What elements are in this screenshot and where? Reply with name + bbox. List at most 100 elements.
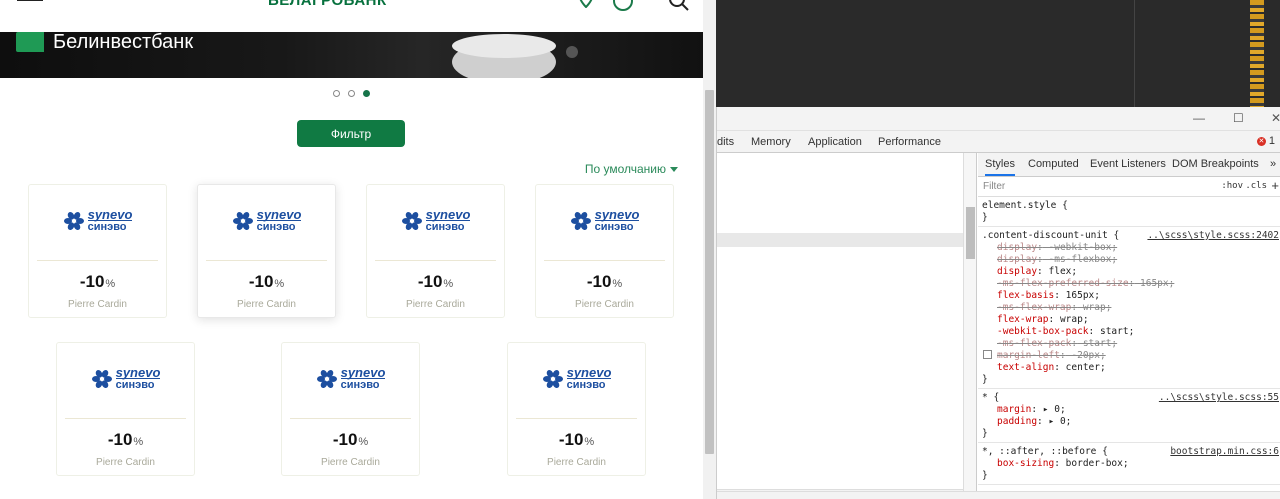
css-property[interactable]: margin [997,404,1031,415]
discount-unit: % [584,436,595,448]
promo-banner[interactable]: Белинвестбанк [0,32,703,78]
css-declaration[interactable]: display: -webkit-box; [982,242,1277,254]
card-divider [544,260,665,261]
account-icon[interactable] [612,0,634,12]
tab-memory[interactable]: Memory [751,136,791,148]
css-property[interactable]: -webkit-box-pack [997,326,1089,337]
discount-card[interactable]: synevo синэво -10% Pierre Cardin [535,184,674,318]
logo-line-2: синэво [425,220,471,233]
synevo-flower-icon [232,212,253,230]
css-declaration[interactable]: margin: ▸ 0; [982,404,1277,416]
discount-card[interactable]: synevo синэво -10% Pierre Cardin [197,184,336,318]
css-property[interactable]: margin-left [997,350,1060,361]
css-property[interactable]: box-sizing [997,458,1054,469]
close-icon[interactable]: ✕ [1271,111,1280,125]
filter-button[interactable]: Фильтр [297,120,405,147]
discount-card[interactable]: synevo синэво -10% Pierre Cardin [281,342,420,476]
css-value[interactable]: -20px; [1066,350,1105,361]
partner-logo-text: synevo синэво [256,208,302,233]
rule-declarations: box-sizing: border-box; [982,458,1277,470]
css-declaration[interactable]: flex-basis: 165px; [982,290,1277,302]
class-toggle[interactable]: .cls [1245,181,1267,191]
css-rule-element-style[interactable]: element.style { } [978,197,1280,227]
css-declaration[interactable]: -ms-flex-pack: start; [982,338,1277,350]
hover-state-toggle[interactable]: :hov [1221,181,1243,191]
discount-card[interactable]: synevo синэво -10% Pierre Cardin [366,184,505,318]
css-declaration[interactable]: text-align: center; [982,362,1277,374]
css-declaration[interactable]: -ms-flex-wrap: wrap; [982,302,1277,314]
css-value[interactable]: 165px; [1134,278,1174,289]
css-value[interactable]: ▸ 0; [1037,404,1066,415]
css-value[interactable]: start; [1094,326,1134,337]
scrollbar-thumb[interactable] [705,90,714,454]
css-property[interactable]: -ms-flex-preferred-size [997,278,1129,289]
css-declaration[interactable]: padding: ▸ 0; [982,416,1277,428]
new-rule-icon[interactable]: + [1271,178,1279,193]
css-declaration[interactable]: margin-left: -20px; [982,350,1277,362]
carousel-dot[interactable] [348,90,355,97]
carousel-dot[interactable] [333,90,340,97]
discount-card[interactable]: synevo синэво -10% Pierre Cardin [507,342,646,476]
rule-source-link[interactable]: ..\scss\style.scss:55 [1159,392,1279,404]
dom-scrollbar[interactable] [963,153,976,499]
declaration-checkbox[interactable] [983,350,992,359]
css-value[interactable]: wrap; [1077,302,1112,313]
css-property[interactable]: display [997,254,1037,265]
tab-event-listeners[interactable]: Event Listeners [1090,158,1166,170]
search-icon[interactable] [668,0,690,12]
logo-line-2: синэво [594,220,640,233]
background-window [716,0,1280,107]
discount-card[interactable]: synevo синэво -10% Pierre Cardin [28,184,167,318]
menu-icon[interactable] [17,0,43,6]
css-rule-box-sizing[interactable]: bootstrap.min.css:6 *, ::after, ::before… [978,443,1280,485]
discount-card[interactable]: synevo синэво -10% Pierre Cardin [56,342,195,476]
rule-selector: element.style { [982,200,1068,211]
css-property[interactable]: flex-basis [997,290,1054,301]
tab-dom-breakpoints[interactable]: DOM Breakpoints [1172,158,1259,170]
css-value[interactable]: border-box; [1060,458,1129,469]
tab-application[interactable]: Application [808,136,862,148]
carousel-dot-active[interactable] [363,90,370,97]
css-property[interactable]: text-align [997,362,1054,373]
css-rule-content-discount-unit[interactable]: ..\scss\style.scss:2402 .content-discoun… [978,227,1280,389]
maximize-icon[interactable]: ☐ [1233,111,1244,125]
css-value[interactable]: 165px; [1060,290,1100,301]
tab-styles[interactable]: Styles [985,158,1015,176]
css-declaration[interactable]: -webkit-box-pack: start; [982,326,1277,338]
css-property[interactable]: flex-wrap [997,314,1048,325]
css-value[interactable]: flex; [1043,266,1078,277]
css-declaration[interactable]: display: flex; [982,266,1277,278]
error-counter[interactable]: ✕ 1 [1256,135,1275,147]
css-declaration[interactable]: box-sizing: border-box; [982,458,1277,470]
selected-dom-node[interactable] [717,233,963,247]
css-property[interactable]: padding [997,416,1037,427]
styles-filter-input[interactable]: Filter [983,181,1005,192]
css-property[interactable]: display [997,266,1037,277]
more-tabs-icon[interactable]: » [1270,158,1276,170]
css-value[interactable]: center; [1060,362,1106,373]
rule-source-link[interactable]: bootstrap.min.css:6 [1170,446,1279,458]
css-value[interactable]: start; [1077,338,1117,349]
tab-sources[interactable]: dits [717,136,734,148]
css-value[interactable]: ▸ 0; [1043,416,1072,427]
page-scrollbar[interactable] [703,0,716,499]
minimize-icon[interactable]: — [1193,111,1205,125]
css-value[interactable]: wrap; [1054,314,1089,325]
css-property[interactable]: -ms-flex-wrap [997,302,1071,313]
rule-source-link[interactable]: ..\scss\style.scss:2402 [1147,230,1279,242]
scrollbar-thumb[interactable] [966,207,975,259]
css-property[interactable]: display [997,242,1037,253]
css-declaration[interactable]: flex-wrap: wrap; [982,314,1277,326]
tab-performance[interactable]: Performance [878,136,941,148]
site-logo[interactable]: БЕЛАГРОБАНК [268,0,387,9]
css-declaration[interactable]: display: -ms-flexbox; [982,254,1277,266]
elements-dom-tree[interactable] [717,153,977,499]
css-rule-universal[interactable]: ..\scss\style.scss:55 * { margin: ▸ 0; pa… [978,389,1280,443]
location-pin-icon[interactable] [578,0,594,8]
css-value[interactable]: -webkit-box; [1043,242,1118,253]
css-value[interactable]: -ms-flexbox; [1043,254,1118,265]
css-property[interactable]: -ms-flex-pack [997,338,1071,349]
css-declaration[interactable]: -ms-flex-preferred-size: 165px; [982,278,1277,290]
sort-dropdown[interactable]: По умолчанию [585,162,678,176]
tab-computed[interactable]: Computed [1028,158,1079,170]
